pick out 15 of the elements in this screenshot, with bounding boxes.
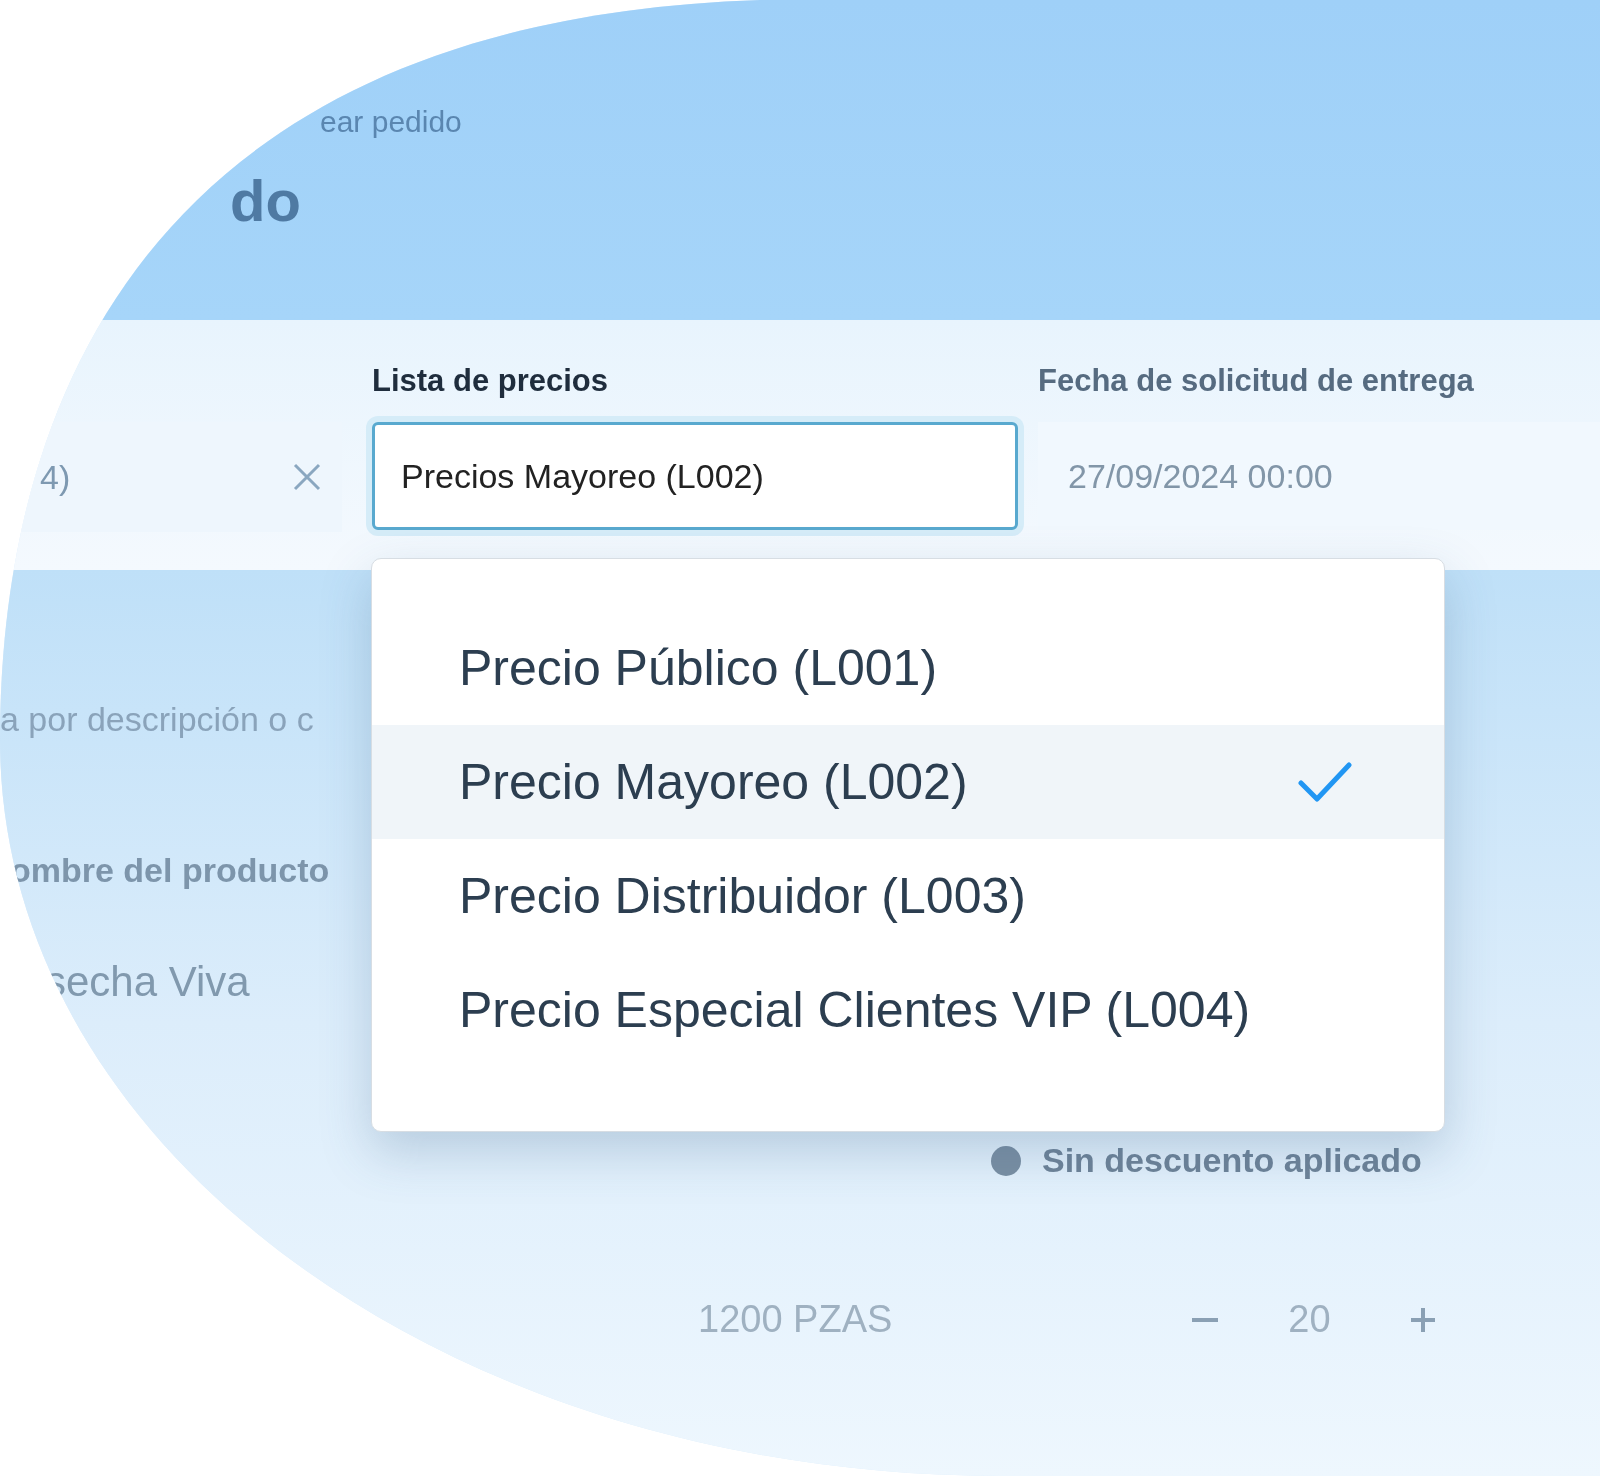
check-icon <box>1298 761 1352 803</box>
plus-icon[interactable] <box>1410 1307 1435 1332</box>
dropdown-option[interactable]: Precio Distribuidor (L003) <box>372 839 1444 953</box>
field-label: Lista de precios <box>372 362 610 400</box>
page-title: do <box>230 167 301 234</box>
dropdown-option[interactable]: Precio Público (L001) <box>372 611 1444 725</box>
clear-icon[interactable] <box>292 462 322 492</box>
dropdown-option[interactable]: Precio Especial Clientes VIP (L004) <box>372 953 1444 1067</box>
minus-icon[interactable] <box>1192 1317 1219 1322</box>
discount-status: Sin descuento aplicado <box>1042 1141 1422 1180</box>
status-dot-icon <box>990 1144 1022 1177</box>
quantity-value: 20 <box>1288 1298 1331 1341</box>
dropdown-option[interactable]: Precio Mayoreo (L002) <box>372 725 1444 839</box>
stock-text: 1200 PZAS <box>698 1298 893 1341</box>
field-label: Fecha de solicitud de entrega <box>1038 362 1475 400</box>
